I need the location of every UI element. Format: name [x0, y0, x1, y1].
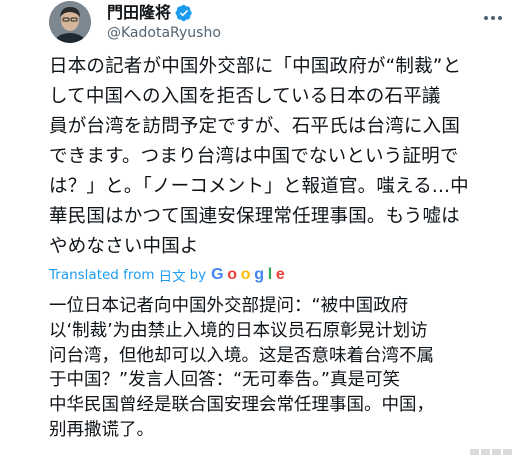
tweet-header: 門田隆将 @KadotaRyusho — [0, 0, 520, 46]
avatar[interactable] — [49, 1, 91, 43]
watermark-graphic — [470, 449, 512, 455]
translation-attribution[interactable]: Translated from 日文 by Google — [49, 265, 293, 285]
more-options-button[interactable] — [478, 7, 508, 29]
source-language: 日文 — [158, 269, 186, 285]
by-label: by — [189, 267, 207, 283]
translated-text: 一位日本记者向中国外交部提问：“被中国政府 以‘制裁’为由禁止入境的日本议员石原… — [49, 296, 434, 440]
more-options-icon — [484, 16, 502, 20]
tweet-text: 日本の記者が中国外交部に「中国政府が“制裁”と して中国への入国を拒否している日… — [49, 56, 469, 257]
user-avatar-icon — [49, 1, 91, 43]
translated-from-label: Translated from — [49, 267, 155, 283]
display-name-row: 門田隆将 — [107, 2, 193, 24]
google-logo: Google — [211, 266, 285, 283]
display-name[interactable]: 門田隆将 — [107, 3, 171, 23]
verified-badge-icon — [175, 4, 193, 22]
user-handle[interactable]: @KadotaRyusho — [107, 24, 221, 42]
